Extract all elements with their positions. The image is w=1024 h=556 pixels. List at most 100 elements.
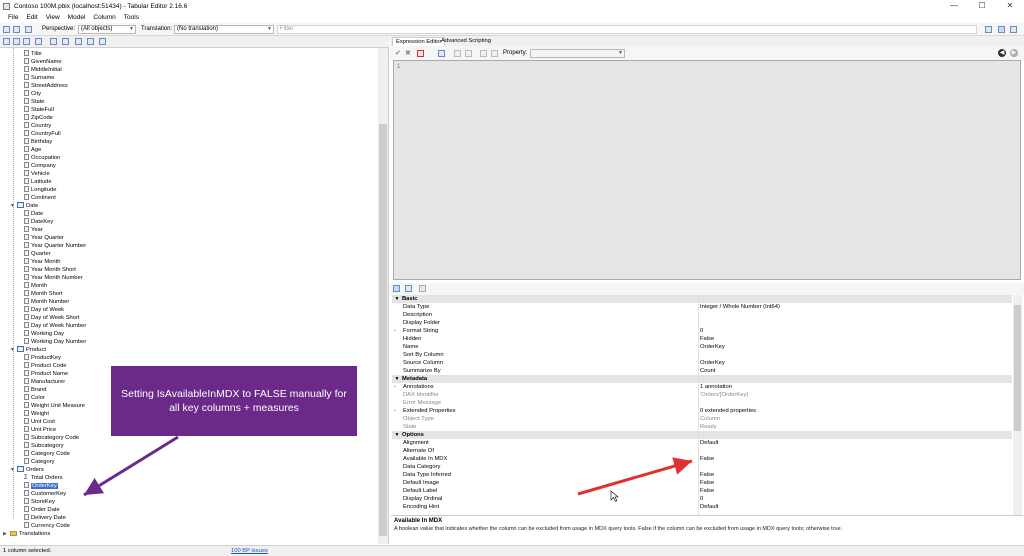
- property-row[interactable]: Object Type Column: [392, 415, 1012, 423]
- property-value[interactable]: 'Orders'[OrderKey]: [700, 391, 748, 399]
- property-category[interactable]: ▼ Options: [392, 431, 1012, 439]
- tree-item-column[interactable]: Occupation: [24, 154, 60, 162]
- property-value[interactable]: False: [700, 455, 714, 463]
- tree-item-column[interactable]: Category: [24, 458, 55, 466]
- tree-item-column[interactable]: City: [24, 90, 41, 98]
- property-value[interactable]: False: [700, 471, 714, 479]
- tree-item-column[interactable]: StreetAddress: [24, 82, 68, 90]
- property-value[interactable]: Default: [700, 503, 718, 511]
- property-category[interactable]: ▼ Basic: [392, 295, 1012, 303]
- property-category[interactable]: ▼ Metadata: [392, 375, 1012, 383]
- property-value[interactable]: False: [700, 479, 714, 487]
- save-icon[interactable]: [25, 26, 32, 33]
- property-value[interactable]: Integer / Whole Number (Int64): [700, 303, 780, 311]
- collapse-arrow-icon[interactable]: ▼: [392, 295, 402, 303]
- property-grid-divider[interactable]: [698, 295, 699, 515]
- tree-item-measure[interactable]: Σ Total Orders: [24, 474, 63, 482]
- tree-item-column[interactable]: Latitude: [24, 178, 52, 186]
- tree-item-column[interactable]: CustomerKey: [24, 490, 66, 498]
- tree-item-column[interactable]: Month Short: [24, 290, 63, 298]
- tree-item-column[interactable]: Weight Unit Measure: [24, 402, 85, 410]
- property-pages-icon[interactable]: [419, 285, 426, 292]
- tree-item-column[interactable]: MiddleInitial: [24, 66, 62, 74]
- forward-icon[interactable]: ▶: [1010, 49, 1018, 57]
- tree-item-column[interactable]: Date: [24, 210, 43, 218]
- filter-input[interactable]: Filter: [277, 25, 977, 34]
- tree-item-translations[interactable]: ▶ Translations: [3, 530, 50, 538]
- tree-item-column[interactable]: Year Quarter Number: [24, 242, 86, 250]
- tree-item-column[interactable]: Year Month: [24, 258, 60, 266]
- tree-item-column[interactable]: Working Day: [24, 330, 64, 338]
- tree-item-column[interactable]: Vehicle: [24, 170, 50, 178]
- dependencies-icon[interactable]: [438, 50, 445, 57]
- tree-item-column[interactable]: CountryFull: [24, 130, 61, 138]
- property-row[interactable]: Available In MDX False: [392, 455, 1012, 463]
- property-value[interactable]: Default: [700, 439, 718, 447]
- tree-item-column[interactable]: Day of Week: [24, 306, 64, 314]
- tree-item-column[interactable]: Year: [24, 226, 43, 234]
- sigma-icon[interactable]: [3, 38, 10, 45]
- property-row[interactable]: › Format String 0: [392, 327, 1012, 335]
- tree-item-column[interactable]: Subcategory Code: [24, 434, 79, 442]
- tree-item-column[interactable]: ProductKey: [24, 354, 61, 362]
- tab-advanced-scripting[interactable]: Advanced Scripting: [438, 37, 494, 46]
- tree-item-column[interactable]: Company: [24, 162, 56, 170]
- metadata-icon[interactable]: [62, 38, 69, 45]
- property-row[interactable]: Data Type Integer / Whole Number (Int64): [392, 303, 1012, 311]
- property-row[interactable]: Error Message: [392, 399, 1012, 407]
- tree-item-column[interactable]: Title: [24, 50, 42, 58]
- property-row[interactable]: Hidden False: [392, 335, 1012, 343]
- tree-item-column[interactable]: Birthday: [24, 138, 52, 146]
- property-row[interactable]: Data Category: [392, 463, 1012, 471]
- tree-item-column[interactable]: Year Month Short: [24, 266, 76, 274]
- collapse-arrow-icon[interactable]: ▼: [392, 375, 402, 383]
- property-dropdown[interactable]: ▼: [530, 49, 625, 58]
- property-value[interactable]: Count: [700, 367, 715, 375]
- perspective-dropdown[interactable]: (All objects) ▼: [78, 25, 136, 34]
- menu-tools[interactable]: Tools: [124, 14, 139, 21]
- redo-icon[interactable]: [491, 50, 498, 57]
- property-row[interactable]: State Ready: [392, 423, 1012, 431]
- menu-file[interactable]: File: [8, 14, 18, 21]
- property-row[interactable]: Description: [392, 311, 1012, 319]
- tree-item-column[interactable]: StoreKey: [24, 498, 55, 506]
- categorized-icon[interactable]: [393, 285, 400, 292]
- property-row[interactable]: › Annotations 1 annotation: [392, 383, 1012, 391]
- property-row[interactable]: Encoding Hint Default: [392, 503, 1012, 511]
- tree-item-column[interactable]: DateKey: [24, 218, 53, 226]
- translation-dropdown[interactable]: (No translation) ▼: [174, 25, 274, 34]
- tree-item-column[interactable]: Year Quarter: [24, 234, 64, 242]
- hidden-objects-icon[interactable]: [50, 38, 57, 45]
- tree-item-column[interactable]: State: [24, 98, 45, 106]
- property-value[interactable]: 1 annotation: [700, 383, 732, 391]
- filter-options-icon[interactable]: [985, 26, 992, 33]
- property-row[interactable]: Display Ordinal 0: [392, 495, 1012, 503]
- property-value[interactable]: OrderKey: [700, 359, 725, 367]
- replace-icon[interactable]: [465, 50, 472, 57]
- property-row[interactable]: Data Type Inferred False: [392, 471, 1012, 479]
- menu-edit[interactable]: Edit: [26, 14, 37, 21]
- display-folder-icon[interactable]: [35, 38, 42, 45]
- property-value[interactable]: OrderKey: [700, 343, 725, 351]
- property-row[interactable]: Default Image False: [392, 479, 1012, 487]
- tree-item-column[interactable]: StateFull: [24, 106, 54, 114]
- menu-model[interactable]: Model: [68, 14, 86, 21]
- property-value[interactable]: False: [700, 335, 714, 343]
- property-row[interactable]: Sort By Column: [392, 351, 1012, 359]
- undo-icon[interactable]: [480, 50, 487, 57]
- tree-item-column[interactable]: Age: [24, 146, 41, 154]
- tree-item-column[interactable]: Working Day Number: [24, 338, 86, 346]
- tree-item-column[interactable]: Manufacturer: [24, 378, 65, 386]
- minimize-button[interactable]: —: [940, 0, 968, 12]
- property-row[interactable]: Display Folder: [392, 319, 1012, 327]
- columns-icon[interactable]: [13, 38, 20, 45]
- expression-editor[interactable]: 1: [393, 60, 1021, 280]
- expand-arrow-icon[interactable]: ›: [394, 327, 396, 335]
- tree-item-column[interactable]: Day of Week Short: [24, 314, 80, 322]
- property-grid-scrollbar-thumb[interactable]: [1014, 305, 1021, 431]
- tree-item-column[interactable]: Subcategory: [24, 442, 64, 450]
- tree-item-column[interactable]: Day of Week Number: [24, 322, 86, 330]
- search-icon[interactable]: [454, 50, 461, 57]
- property-row[interactable]: Alignment Default: [392, 439, 1012, 447]
- copy-icon[interactable]: [87, 38, 94, 45]
